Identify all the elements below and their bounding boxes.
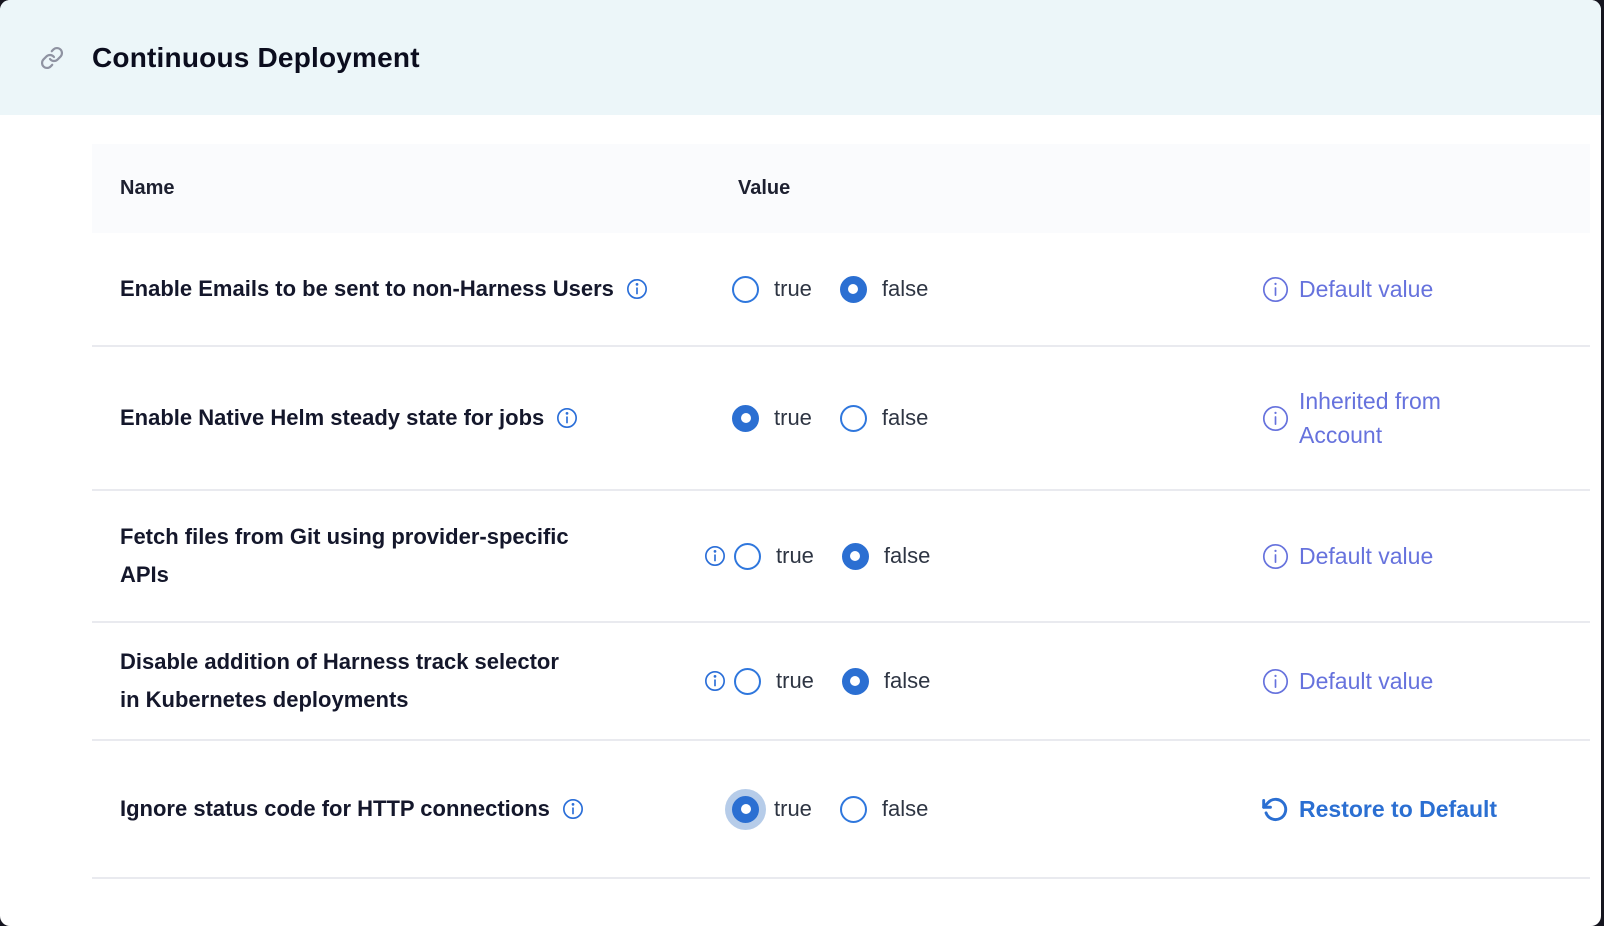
info-icon[interactable] [556,407,578,429]
status-label[interactable]: Inherited from Account [1299,384,1517,453]
status-info-icon[interactable] [1262,405,1289,432]
section-header: Continuous Deployment [0,0,1601,115]
column-header-name: Name [92,177,738,200]
setting-name-cell: Enable Native Helm steady state for jobs [92,399,692,438]
status-info-icon[interactable] [1262,543,1289,570]
table-row: Disable addition of Harness track select… [92,623,1590,741]
setting-status: Default value [1262,664,1590,699]
radio-false[interactable] [840,405,867,432]
page-title: Continuous Deployment [92,42,420,74]
settings-table: Name Value Enable Emails to be sent to n… [92,144,1590,879]
status-info-icon[interactable] [1262,276,1289,303]
table-body: Enable Emails to be sent to non-Harness … [92,233,1590,879]
setting-value-cell: true false [692,543,1262,570]
restore-icon[interactable] [1262,796,1289,823]
setting-name: Disable addition of Harness track select… [120,643,575,720]
status-info-icon[interactable] [1262,668,1289,695]
column-header-value: Value [738,177,1590,200]
radio-false-label[interactable]: false [882,405,928,431]
radio-false-label[interactable]: false [884,668,930,694]
setting-name-cell: Fetch files from Git using provider-spec… [92,518,692,595]
radio-true[interactable] [734,543,761,570]
radio-true-label[interactable]: true [776,543,814,569]
setting-status: Restore to Default [1262,792,1590,827]
radio-false[interactable] [842,543,869,570]
setting-value-cell: true false [692,405,1262,432]
setting-name-cell: Enable Emails to be sent to non-Harness … [92,270,692,309]
link-icon[interactable] [40,46,64,70]
table-row: Ignore status code for HTTP connections … [92,741,1590,879]
status-label[interactable]: Default value [1299,539,1433,574]
radio-true[interactable] [734,668,761,695]
setting-value-cell: true false [692,276,1262,303]
setting-status: Default value [1262,272,1590,307]
info-icon[interactable] [704,670,726,692]
setting-status: Default value [1262,539,1590,574]
radio-true[interactable] [732,276,759,303]
setting-name-cell: Disable addition of Harness track select… [92,643,692,720]
radio-true[interactable] [732,796,759,823]
table-header: Name Value [92,144,1590,233]
radio-true-label[interactable]: true [774,796,812,822]
radio-true-label[interactable]: true [776,668,814,694]
radio-true-label[interactable]: true [774,276,812,302]
radio-false-label[interactable]: false [882,796,928,822]
setting-name: Fetch files from Git using provider-spec… [120,518,575,595]
status-label[interactable]: Default value [1299,664,1433,699]
setting-value-cell: true false [692,668,1262,695]
radio-false-label[interactable]: false [884,543,930,569]
setting-value-cell: true false [692,796,1262,823]
setting-name: Enable Native Helm steady state for jobs [120,399,544,438]
radio-false-label[interactable]: false [882,276,928,302]
radio-false[interactable] [840,796,867,823]
table-row: Fetch files from Git using provider-spec… [92,491,1590,623]
setting-name-cell: Ignore status code for HTTP connections [92,790,692,829]
table-row: Enable Emails to be sent to non-Harness … [92,233,1590,347]
radio-false[interactable] [840,276,867,303]
setting-name: Ignore status code for HTTP connections [120,790,550,829]
setting-status: Inherited from Account [1262,384,1590,453]
radio-false[interactable] [842,668,869,695]
status-label[interactable]: Restore to Default [1299,792,1497,827]
radio-true[interactable] [732,405,759,432]
settings-page: Continuous Deployment Name Value Enable … [0,0,1601,926]
info-icon[interactable] [562,798,584,820]
status-label[interactable]: Default value [1299,272,1433,307]
info-icon[interactable] [704,545,726,567]
radio-true-label[interactable]: true [774,405,812,431]
table-row: Enable Native Helm steady state for jobs… [92,347,1590,491]
info-icon[interactable] [626,278,648,300]
setting-name: Enable Emails to be sent to non-Harness … [120,270,614,309]
